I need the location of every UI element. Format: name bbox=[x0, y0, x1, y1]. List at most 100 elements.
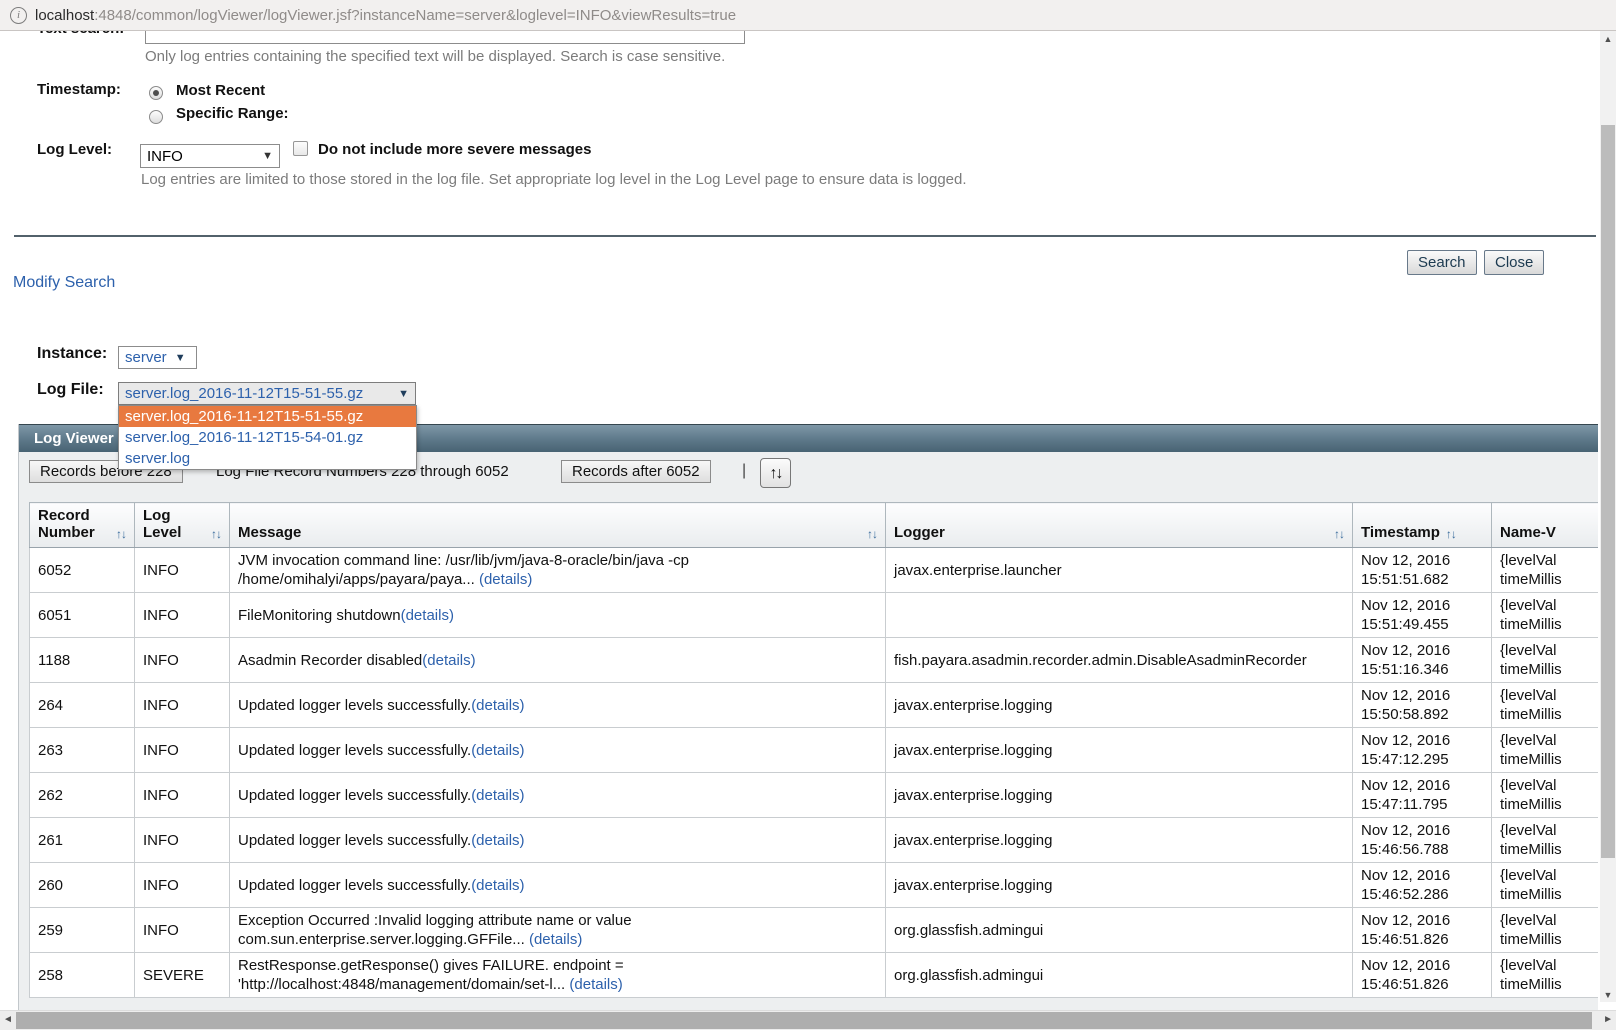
log-file-select[interactable]: server.log_2016-11-12T15-51-55.gz ▼ bbox=[118, 382, 416, 405]
log-level-label: Log Level: bbox=[37, 141, 112, 158]
details-link[interactable]: (details) bbox=[401, 607, 454, 624]
message-text: FileMonitoring shutdown bbox=[238, 607, 401, 624]
timestamp-cell: Nov 12, 2016 15:47:11.795 bbox=[1353, 773, 1492, 818]
sort-icon[interactable]: ↑↓ bbox=[1334, 527, 1344, 541]
sort-icon[interactable]: ↑↓ bbox=[1446, 527, 1456, 541]
records-after-button[interactable]: Records after 6052 bbox=[561, 460, 711, 483]
name-value-cell: {levelVal timeMillis bbox=[1492, 728, 1599, 773]
logger-cell: javax.enterprise.logging bbox=[886, 818, 1353, 863]
record-number-cell: 263 bbox=[30, 728, 135, 773]
message-cell: Updated logger levels successfully.(deta… bbox=[230, 818, 886, 863]
logfile-option[interactable]: server.log bbox=[119, 448, 416, 469]
name-value-cell: {levelVal timeMillis bbox=[1492, 638, 1599, 683]
timestamp-most-recent-radio[interactable] bbox=[149, 86, 163, 100]
vertical-scrollbar[interactable]: ▲ ▼ bbox=[1600, 30, 1616, 1002]
column-header: Message ↑↓ bbox=[230, 503, 886, 548]
table-row: 261INFOUpdated logger levels successfull… bbox=[30, 818, 1599, 863]
logfile-option[interactable]: server.log_2016-11-12T15-51-55.gz bbox=[119, 406, 416, 427]
browser-url-bar[interactable]: i localhost:4848/common/logViewer/logVie… bbox=[0, 0, 1616, 31]
name-value-cell: {levelVal timeMillis bbox=[1492, 683, 1599, 728]
log-level-cell: INFO bbox=[135, 728, 230, 773]
logger-cell: org.glassfish.admingui bbox=[886, 908, 1353, 953]
timestamp-cell: Nov 12, 2016 15:46:51.826 bbox=[1353, 953, 1492, 998]
log-level-cell: INFO bbox=[135, 548, 230, 593]
record-number-cell: 260 bbox=[30, 863, 135, 908]
message-text: Updated logger levels successfully. bbox=[238, 832, 471, 849]
details-link[interactable]: (details) bbox=[471, 877, 524, 894]
log-level-cell: INFO bbox=[135, 908, 230, 953]
timestamp-cell: Nov 12, 2016 15:46:52.286 bbox=[1353, 863, 1492, 908]
log-file-value: server.log_2016-11-12T15-51-55.gz bbox=[125, 385, 363, 402]
url-path: :4848/common/logViewer/logViewer.jsf?ins… bbox=[94, 7, 736, 24]
timestamp-cell: Nov 12, 2016 15:51:16.346 bbox=[1353, 638, 1492, 683]
message-cell: Updated logger levels successfully.(deta… bbox=[230, 773, 886, 818]
table-row: 260INFOUpdated logger levels successfull… bbox=[30, 863, 1599, 908]
logger-cell: javax.enterprise.launcher bbox=[886, 548, 1353, 593]
site-info-icon[interactable]: i bbox=[10, 7, 27, 24]
toolbar-separator: | bbox=[742, 462, 746, 480]
log-level-cell: INFO bbox=[135, 818, 230, 863]
record-number-cell: 262 bbox=[30, 773, 135, 818]
details-link[interactable]: (details) bbox=[471, 697, 524, 714]
message-cell: Asadmin Recorder disabled(details) bbox=[230, 638, 886, 683]
message-cell: RestResponse.getResponse() gives FAILURE… bbox=[230, 953, 886, 998]
logger-cell bbox=[886, 593, 1353, 638]
table-header-row: Record Number↑↓Log Level↑↓Message↑↓Logge… bbox=[30, 503, 1599, 548]
sort-icon[interactable]: ↑↓ bbox=[116, 527, 126, 541]
log-level-cell: INFO bbox=[135, 683, 230, 728]
message-text: Updated logger levels successfully. bbox=[238, 877, 471, 894]
severe-messages-checkbox-label: Do not include more severe messages bbox=[318, 141, 591, 158]
vertical-scrollbar-thumb[interactable] bbox=[1601, 125, 1615, 858]
message-text: Updated logger levels successfully. bbox=[238, 697, 471, 714]
record-number-cell: 259 bbox=[30, 908, 135, 953]
instance-select[interactable]: server ▼ bbox=[118, 346, 197, 369]
details-link[interactable]: (details) bbox=[471, 787, 524, 804]
scroll-left-icon[interactable]: ◄ bbox=[3, 1014, 13, 1025]
details-link[interactable]: (details) bbox=[569, 976, 622, 993]
severe-messages-checkbox[interactable] bbox=[293, 141, 308, 156]
table-row: 1188INFOAsadmin Recorder disabled(detail… bbox=[30, 638, 1599, 683]
details-link[interactable]: (details) bbox=[529, 931, 582, 948]
log-level-cell: INFO bbox=[135, 593, 230, 638]
column-header: Name-V bbox=[1492, 503, 1599, 548]
search-button[interactable]: Search bbox=[1407, 250, 1477, 275]
scroll-down-icon[interactable]: ▼ bbox=[1600, 990, 1616, 1000]
message-cell: Exception Occurred :Invalid logging attr… bbox=[230, 908, 886, 953]
details-link[interactable]: (details) bbox=[471, 832, 524, 849]
name-value-cell: {levelVal timeMillis bbox=[1492, 818, 1599, 863]
logger-cell: javax.enterprise.logging bbox=[886, 728, 1353, 773]
log-level-cell: SEVERE bbox=[135, 953, 230, 998]
column-header-label: Message bbox=[238, 524, 301, 541]
column-header: Logger↑↓ bbox=[886, 503, 1353, 548]
modify-search-link[interactable]: Modify Search bbox=[13, 274, 115, 292]
scroll-up-icon[interactable]: ▲ bbox=[1600, 34, 1616, 44]
sort-order-toggle-button[interactable]: ↑↓ bbox=[760, 458, 791, 488]
timestamp-specific-range-radio[interactable] bbox=[149, 110, 163, 124]
close-button[interactable]: Close bbox=[1484, 250, 1544, 275]
logger-cell: javax.enterprise.logging bbox=[886, 863, 1353, 908]
record-number-cell: 6052 bbox=[30, 548, 135, 593]
record-number-cell: 1188 bbox=[30, 638, 135, 683]
log-level-value: INFO bbox=[147, 148, 183, 165]
name-value-cell: {levelVal timeMillis bbox=[1492, 593, 1599, 638]
section-divider bbox=[14, 235, 1596, 237]
table-row: 259INFOException Occurred :Invalid loggi… bbox=[30, 908, 1599, 953]
log-level-cell: INFO bbox=[135, 638, 230, 683]
details-link[interactable]: (details) bbox=[471, 742, 524, 759]
record-number-cell: 261 bbox=[30, 818, 135, 863]
table-row: 262INFOUpdated logger levels successfull… bbox=[30, 773, 1599, 818]
horizontal-scrollbar-thumb[interactable] bbox=[16, 1012, 1592, 1029]
details-link[interactable]: (details) bbox=[422, 652, 475, 669]
scroll-right-icon[interactable]: ► bbox=[1603, 1014, 1613, 1025]
message-text: RestResponse.getResponse() gives FAILURE… bbox=[238, 957, 624, 993]
log-level-select[interactable]: INFO ▼ bbox=[140, 144, 280, 168]
column-header: Timestamp↑↓ bbox=[1353, 503, 1492, 548]
sort-icon[interactable]: ↑↓ bbox=[867, 527, 877, 541]
message-cell: FileMonitoring shutdown(details) bbox=[230, 593, 886, 638]
timestamp-cell: Nov 12, 2016 15:51:49.455 bbox=[1353, 593, 1492, 638]
logfile-option[interactable]: server.log_2016-11-12T15-54-01.gz bbox=[119, 427, 416, 448]
horizontal-scrollbar[interactable]: ◄ ► bbox=[0, 1010, 1616, 1030]
sort-icon[interactable]: ↑↓ bbox=[211, 527, 221, 541]
name-value-cell: {levelVal timeMillis bbox=[1492, 908, 1599, 953]
details-link[interactable]: (details) bbox=[479, 571, 532, 588]
